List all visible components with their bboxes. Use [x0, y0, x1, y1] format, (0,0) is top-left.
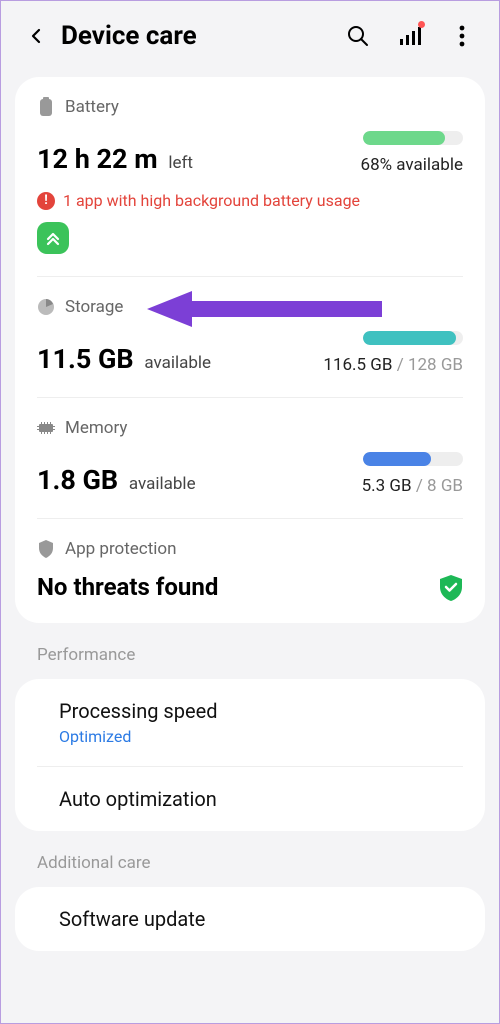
battery-value: 12 h 22 m left	[37, 143, 193, 175]
storage-label: Storage	[65, 297, 123, 317]
shield-icon	[37, 540, 55, 558]
memory-label: Memory	[65, 418, 127, 438]
software-update-title: Software update	[59, 907, 441, 931]
app-protection-status: No threats found	[37, 573, 218, 601]
processing-speed-item[interactable]: Processing speed Optimized	[37, 679, 463, 767]
memory-icon	[37, 419, 55, 437]
storage-icon	[37, 298, 55, 316]
processing-speed-title: Processing speed	[59, 699, 441, 723]
battery-icon	[37, 98, 55, 116]
app-protection-label: App protection	[65, 539, 177, 559]
more-icon[interactable]	[449, 23, 475, 49]
performance-group-label: Performance	[37, 645, 499, 665]
performance-card: Processing speed Optimized Auto optimiza…	[15, 679, 485, 831]
battery-section[interactable]: Battery 12 h 22 m left 68% available ! 1…	[37, 77, 463, 277]
memory-section[interactable]: Memory 1.8 GB available 5.3 GB / 8 GB	[37, 398, 463, 519]
page-title: Device care	[61, 21, 331, 51]
search-icon[interactable]	[345, 23, 371, 49]
shield-ok-icon	[439, 575, 463, 599]
back-button[interactable]	[25, 25, 47, 47]
additional-care-group-label: Additional care	[37, 853, 499, 873]
memory-detail: 5.3 GB / 8 GB	[362, 476, 463, 496]
battery-alert-text: 1 app with high background battery usage	[63, 191, 360, 210]
storage-bar	[363, 331, 463, 345]
storage-detail: 116.5 GB / 128 GB	[323, 355, 463, 375]
battery-bar	[363, 131, 463, 145]
memory-value: 1.8 GB available	[37, 464, 196, 496]
auto-optimization-item[interactable]: Auto optimization	[37, 767, 463, 831]
battery-available: 68% available	[361, 155, 463, 175]
app-badge-icon[interactable]	[37, 222, 69, 254]
device-care-card: Battery 12 h 22 m left 68% available ! 1…	[15, 77, 485, 623]
alert-icon: !	[37, 192, 55, 210]
notification-dot-icon	[418, 21, 425, 28]
software-update-item[interactable]: Software update	[37, 887, 463, 951]
header: Device care	[1, 1, 499, 63]
battery-label: Battery	[65, 97, 119, 117]
battery-alert[interactable]: ! 1 app with high background battery usa…	[37, 191, 463, 210]
auto-optimization-title: Auto optimization	[59, 787, 441, 811]
storage-section[interactable]: Storage 11.5 GB available 116.5 GB / 128…	[37, 277, 463, 398]
processing-speed-sub: Optimized	[59, 727, 441, 746]
signal-icon[interactable]	[397, 23, 423, 49]
memory-bar	[363, 452, 463, 466]
storage-value: 11.5 GB available	[37, 343, 211, 375]
app-protection-section[interactable]: App protection No threats found	[37, 519, 463, 623]
additional-care-card: Software update	[15, 887, 485, 951]
